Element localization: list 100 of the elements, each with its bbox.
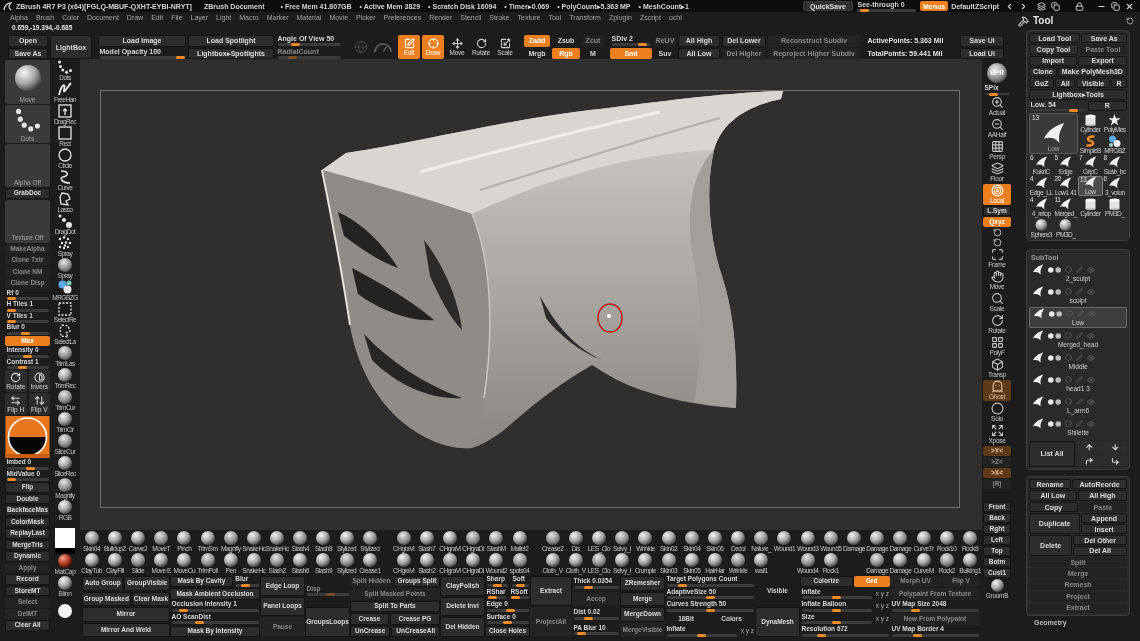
lasso-icon bbox=[58, 192, 72, 207]
brush-sphere-icon bbox=[754, 553, 769, 567]
material-sphere-icon[interactable] bbox=[58, 604, 72, 618]
slider-thumb[interactable] bbox=[584, 585, 594, 589]
slider-track[interactable] bbox=[6, 331, 49, 335]
close-icon[interactable] bbox=[1125, 1, 1134, 11]
slider-thumb[interactable] bbox=[241, 583, 250, 587]
slider-thumb[interactable] bbox=[23, 354, 32, 358]
color-swatch-icon[interactable] bbox=[55, 548, 75, 554]
slider-track[interactable] bbox=[235, 583, 259, 587]
fin-shape-icon bbox=[1032, 418, 1044, 430]
sphere-icon bbox=[58, 478, 72, 493]
move-arrows-icon bbox=[451, 37, 463, 49]
circular-arrow-icon[interactable] bbox=[1126, 17, 1134, 25]
slider-thumb[interactable] bbox=[326, 593, 336, 597]
gauge-icon[interactable] bbox=[374, 41, 392, 53]
overlapping-squares-icon[interactable] bbox=[1111, 1, 1120, 11]
slider-thumb[interactable] bbox=[194, 621, 204, 625]
brush-sphere-icon bbox=[638, 531, 653, 545]
brush-sphere-icon bbox=[489, 531, 504, 545]
slider-thumb[interactable] bbox=[179, 608, 189, 612]
color-swatch-icon[interactable] bbox=[55, 528, 75, 548]
eye-icon bbox=[1087, 419, 1095, 428]
fin-shape-icon bbox=[1059, 155, 1073, 168]
brush-sphere-icon bbox=[154, 531, 169, 545]
slider-thumb[interactable] bbox=[288, 55, 298, 59]
slider-thumb[interactable] bbox=[18, 366, 28, 369]
brush-sphere-icon bbox=[270, 553, 285, 567]
slider-thumb[interactable] bbox=[503, 621, 512, 625]
sphere-icon bbox=[987, 63, 1007, 83]
slider-thumb[interactable] bbox=[515, 583, 525, 587]
slider-thumb[interactable] bbox=[913, 633, 923, 637]
slider-thumb[interactable] bbox=[487, 596, 497, 600]
brush-sphere-icon bbox=[246, 553, 261, 567]
slider-thumb[interactable] bbox=[506, 608, 516, 612]
slider-thumb[interactable] bbox=[832, 621, 842, 625]
brush-sphere-icon bbox=[939, 531, 954, 545]
chevron-left-icon[interactable] bbox=[1005, 1, 1014, 11]
slider-track[interactable] bbox=[486, 596, 507, 600]
slider-thumb[interactable] bbox=[860, 8, 869, 12]
slider-thumb[interactable] bbox=[511, 596, 521, 600]
chevron-right-icon[interactable] bbox=[1019, 1, 1028, 11]
sphere-icon bbox=[58, 500, 72, 515]
square-arrow-icon bbox=[499, 37, 511, 49]
slider-thumb[interactable] bbox=[584, 616, 594, 620]
fin-shape-icon bbox=[1034, 155, 1048, 168]
slider-track[interactable] bbox=[984, 92, 1010, 95]
slider-thumb[interactable] bbox=[291, 43, 300, 47]
pen-icon bbox=[1076, 266, 1083, 274]
slider-track[interactable] bbox=[611, 43, 651, 47]
two-circles-icon bbox=[1048, 398, 1061, 405]
slider-thumb[interactable] bbox=[175, 55, 185, 59]
brush-sphere-icon bbox=[893, 553, 908, 567]
brush-sphere-icon bbox=[466, 553, 481, 567]
slider-thumb[interactable] bbox=[832, 596, 842, 600]
rotate-icon[interactable] bbox=[992, 238, 1002, 247]
sphere-icon bbox=[58, 368, 72, 383]
slider-thumb[interactable] bbox=[492, 583, 502, 587]
slider-thumb[interactable] bbox=[1069, 108, 1079, 112]
slider-track[interactable] bbox=[486, 583, 509, 587]
brush-sphere-icon bbox=[568, 531, 583, 545]
brush-sphere-icon bbox=[512, 553, 527, 567]
brush-sphere-icon bbox=[177, 531, 192, 545]
slider-thumb[interactable] bbox=[6, 320, 16, 323]
slider-thumb[interactable] bbox=[6, 478, 16, 481]
brush-sphere-icon bbox=[442, 531, 457, 545]
dot-trail-icon bbox=[58, 214, 72, 229]
slider-thumb[interactable] bbox=[697, 633, 707, 637]
slider-thumb[interactable] bbox=[638, 43, 648, 47]
slider-thumb[interactable] bbox=[705, 608, 715, 612]
slider-thumb[interactable] bbox=[6, 297, 16, 300]
hand-icon bbox=[990, 270, 1004, 284]
slider-thumb[interactable] bbox=[21, 331, 31, 335]
brush-sphere-icon bbox=[800, 553, 815, 567]
slider-thumb[interactable] bbox=[911, 608, 920, 612]
slider-thumb[interactable] bbox=[678, 583, 688, 587]
slider-thumb[interactable] bbox=[26, 466, 36, 470]
overlapping-squares-icon[interactable] bbox=[1051, 1, 1060, 11]
rotate-icon[interactable] bbox=[992, 228, 1002, 237]
circle-icon bbox=[1065, 288, 1072, 296]
brush-sphere-icon bbox=[591, 531, 606, 545]
brush-sphere-icon bbox=[684, 531, 699, 545]
cube-icon bbox=[990, 358, 1004, 372]
dashed-square-icon bbox=[58, 302, 72, 317]
material-sphere-icon bbox=[58, 576, 72, 591]
slider-thumb[interactable] bbox=[6, 308, 16, 312]
sphere-icon bbox=[58, 390, 72, 405]
slider-thumb[interactable] bbox=[577, 632, 587, 635]
slider-track[interactable] bbox=[512, 583, 529, 587]
layers-icon[interactable] bbox=[1037, 1, 1046, 11]
eye-icon bbox=[1087, 375, 1095, 384]
lock-icon[interactable] bbox=[1075, 1, 1084, 11]
slider-thumb[interactable] bbox=[705, 596, 715, 600]
brush-sphere-icon bbox=[200, 553, 215, 567]
slider-thumb[interactable] bbox=[989, 92, 999, 96]
spray-dots-icon bbox=[58, 236, 72, 251]
slider-track[interactable] bbox=[510, 596, 529, 600]
brush-sphere-icon bbox=[962, 553, 977, 567]
slider-thumb[interactable] bbox=[832, 608, 842, 612]
slider-thumb[interactable] bbox=[817, 633, 827, 637]
